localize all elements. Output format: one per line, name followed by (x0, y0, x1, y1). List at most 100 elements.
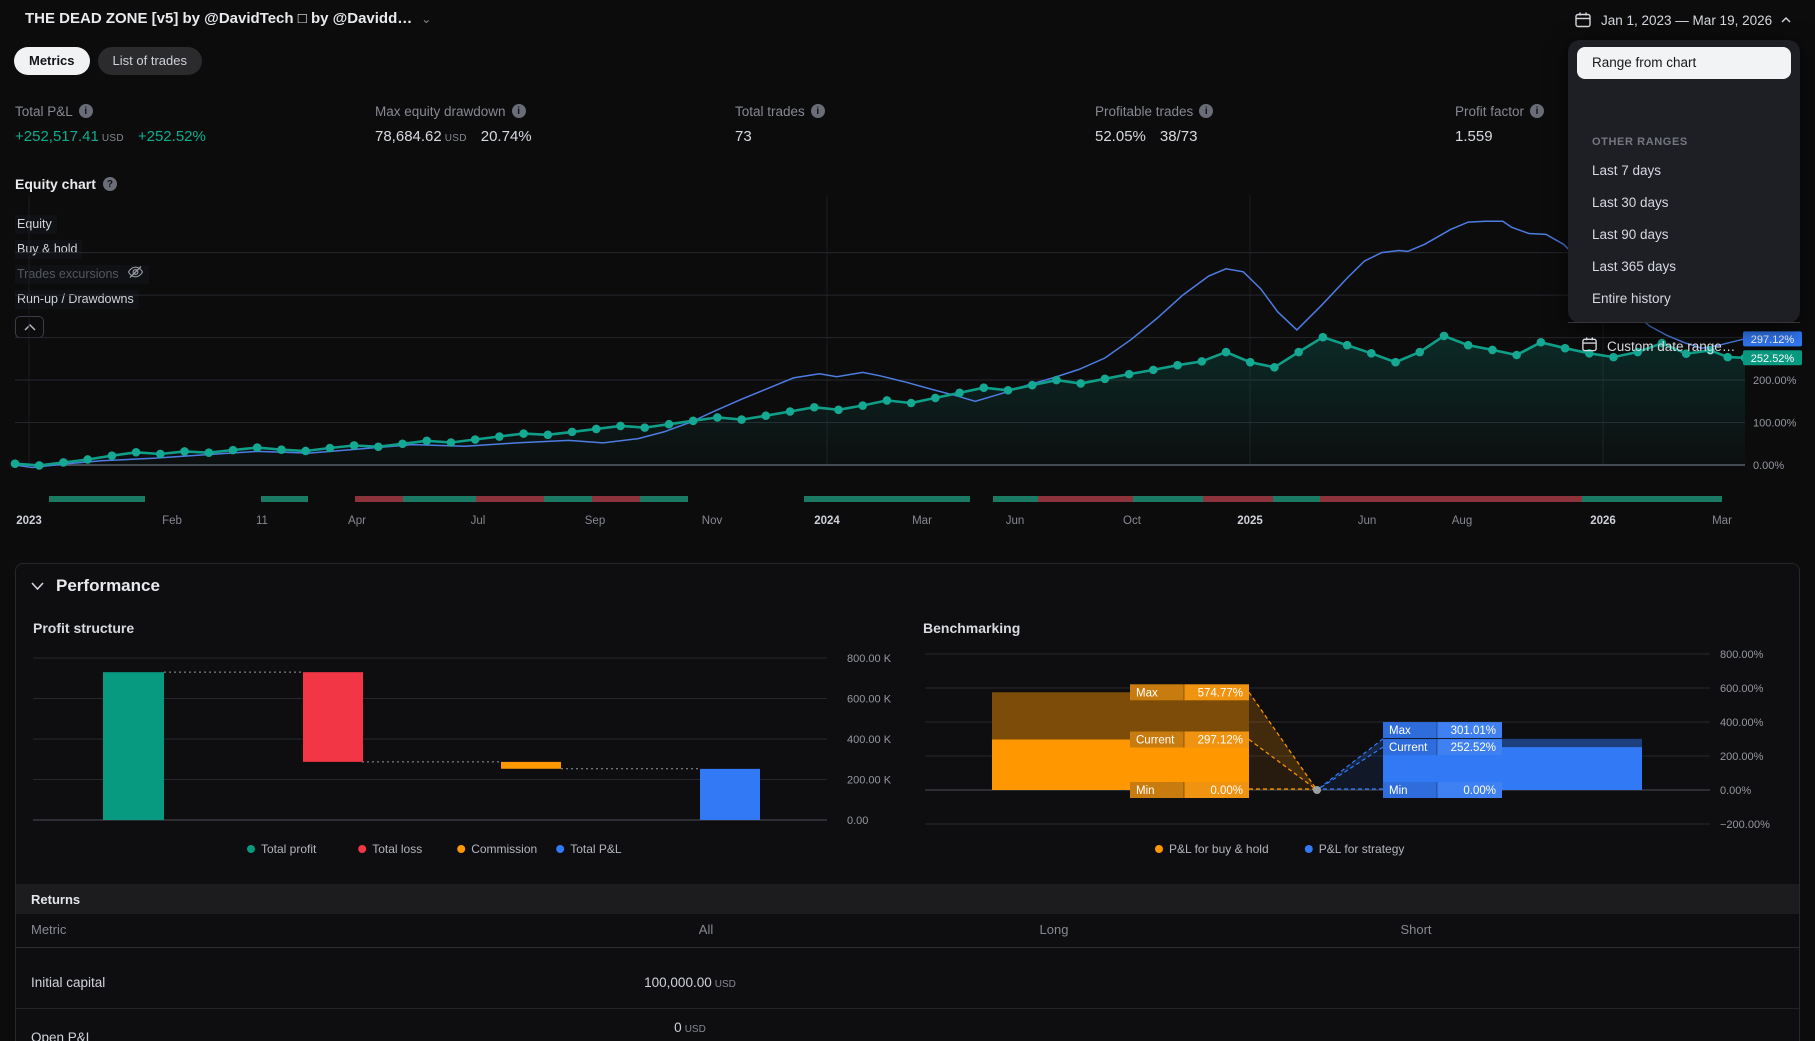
metric-label: Profit factor (1455, 103, 1525, 119)
svg-text:0.00: 0.00 (847, 815, 868, 827)
svg-text:200.00%: 200.00% (1753, 375, 1797, 387)
svg-text:Min: Min (1389, 785, 1408, 797)
strategy-title-text: THE DEAD ZONE [v5] by @DavidTech □ by @D… (25, 10, 413, 27)
metric-secondary: +252.52% (137, 128, 206, 145)
svg-text:574.77%: 574.77% (1198, 687, 1243, 699)
metric-secondary: 38/73 (1159, 128, 1198, 145)
svg-text:Mar: Mar (1712, 515, 1732, 527)
chevron-down-icon (31, 582, 44, 590)
svg-text:2023: 2023 (16, 515, 42, 527)
menu-item-last-30-days[interactable]: Last 30 days (1568, 188, 1800, 218)
returns-column-headers: Metric All Long Short (16, 914, 1799, 948)
svg-text:Commission: Commission (471, 842, 537, 856)
svg-text:Max: Max (1136, 687, 1158, 699)
svg-text:0.00%: 0.00% (1720, 785, 1751, 797)
svg-text:800.00%: 800.00% (1720, 649, 1764, 661)
svg-text:200.00 K: 200.00 K (847, 775, 892, 787)
svg-text:100.00%: 100.00% (1753, 418, 1797, 430)
metric-total-pnl: Total P&L i +252,517.41 USD +252.52% (15, 101, 375, 146)
svg-text:Total profit: Total profit (261, 842, 317, 856)
view-tabs: Metrics List of trades (14, 47, 202, 75)
metric-max-drawdown: Max equity drawdown i 78,684.62 USD 20.74% (375, 101, 735, 146)
menu-item-range-from-chart[interactable]: Range from chart (1577, 47, 1791, 79)
svg-text:Aug: Aug (1452, 515, 1472, 527)
metric-secondary: 20.74% (480, 128, 532, 145)
info-icon[interactable]: i (1199, 104, 1214, 118)
returns-title: Returns (31, 891, 81, 907)
metric-profitable-trades: Profitable trades i 52.05% 38/73 (1095, 101, 1455, 145)
svg-text:Total loss: Total loss (372, 842, 422, 856)
info-icon[interactable]: i (1530, 104, 1545, 118)
date-range-selector[interactable]: Jan 1, 2023 — Mar 19, 2026 (1574, 11, 1791, 29)
svg-text:0.00%: 0.00% (1210, 785, 1243, 797)
svg-text:Min: Min (1136, 785, 1155, 797)
menu-item-entire-history[interactable]: Entire history (1568, 284, 1800, 314)
strategy-title[interactable]: THE DEAD ZONE [v5] by @DavidTech □ by @D… (25, 10, 431, 27)
strategy-tester-panel: THE DEAD ZONE [v5] by @DavidTech □ by @D… (0, 0, 1815, 1041)
svg-text:−200.00%: −200.00% (1720, 819, 1770, 831)
svg-text:P&L for buy & hold: P&L for buy & hold (1169, 842, 1269, 856)
metric-label: Max equity drawdown (375, 103, 506, 119)
svg-text:400.00 K: 400.00 K (847, 734, 892, 746)
svg-text:0.00%: 0.00% (1753, 460, 1784, 472)
row-metric-label: Initial capital (31, 975, 106, 990)
metric-value: 1.559 (1455, 128, 1493, 145)
equity-chart[interactable]: 0.00%100.00%200.00%297.12%252.52%2023 Feb… (0, 175, 1815, 535)
row-value-all: 100,000.00 USD (644, 975, 736, 990)
menu-item-custom-date-range[interactable]: Custom date range… (1568, 329, 1800, 363)
metric-total-trades: Total trades i 73 (735, 101, 1095, 145)
metrics-row: Total P&L i +252,517.41 USD +252.52% Max eq… (15, 101, 1815, 145)
svg-text:297.12%: 297.12% (1198, 734, 1243, 746)
chevron-down-icon: ⌄ (421, 12, 432, 26)
svg-text:11: 11 (256, 515, 268, 527)
metric-value: +252,517.41 (15, 128, 99, 145)
svg-text:Jul: Jul (471, 515, 486, 527)
svg-text:Oct: Oct (1123, 515, 1142, 527)
metric-label: Total P&L (15, 103, 73, 119)
row-value-all: 0 USD (674, 1020, 706, 1035)
svg-text:2026: 2026 (1590, 515, 1616, 527)
calendar-icon (1581, 336, 1598, 356)
metric-value: 52.05% (1095, 128, 1146, 145)
returns-section-header[interactable]: Returns (16, 884, 1799, 914)
info-icon[interactable]: i (78, 104, 93, 118)
svg-text:Current: Current (1389, 742, 1428, 754)
svg-text:2025: 2025 (1237, 515, 1263, 527)
date-range-label: Jan 1, 2023 — Mar 19, 2026 (1601, 12, 1773, 28)
menu-section-label: OTHER RANGES (1592, 136, 1688, 148)
performance-title: Performance (56, 576, 160, 595)
menu-item-last-365-days[interactable]: Last 365 days (1568, 252, 1800, 282)
tab-list-of-trades[interactable]: List of trades (97, 47, 202, 75)
currency-label: USD (101, 133, 124, 144)
menu-item-last-7-days[interactable]: Last 7 days (1568, 156, 1800, 186)
row-metric-label: Open P&L (31, 1030, 94, 1041)
tab-metrics[interactable]: Metrics (14, 47, 90, 75)
chevron-up-icon (1781, 17, 1791, 23)
info-icon[interactable]: i (810, 104, 825, 118)
performance-section-header[interactable]: Performance (31, 576, 160, 596)
svg-text:Nov: Nov (702, 515, 723, 527)
svg-text:600.00 K: 600.00 K (847, 694, 892, 706)
svg-text:Mar: Mar (912, 515, 932, 527)
menu-item-label: Custom date range… (1607, 338, 1736, 354)
svg-text:Sep: Sep (585, 515, 605, 527)
benchmarking-chart[interactable]: −200.00% 0.00% 200.00% 400.00% 600.00% 800.00… (905, 640, 1805, 875)
menu-divider (1568, 322, 1800, 323)
menu-item-last-90-days[interactable]: Last 90 days (1568, 220, 1800, 250)
column-header-short: Short (1400, 922, 1432, 937)
profit-structure-title: Profit structure (33, 620, 135, 636)
svg-text:Current: Current (1136, 734, 1175, 746)
svg-text:800.00 K: 800.00 K (847, 653, 892, 665)
profit-structure-chart[interactable]: 0.00 200.00 K 400.00 K 600.00 K 800.00 K Tota… (15, 640, 925, 875)
metric-value: 73 (735, 128, 752, 145)
info-icon[interactable]: i (511, 104, 526, 118)
svg-text:Jun: Jun (1006, 515, 1025, 527)
svg-text:2024: 2024 (814, 515, 840, 527)
metric-label: Total trades (735, 103, 805, 119)
svg-text:Apr: Apr (348, 515, 366, 527)
svg-text:Total P&L: Total P&L (570, 842, 622, 856)
svg-text:600.00%: 600.00% (1720, 683, 1764, 695)
column-header-all: All (698, 922, 714, 937)
svg-text:200.00%: 200.00% (1720, 751, 1764, 763)
svg-text:400.00%: 400.00% (1720, 717, 1764, 729)
